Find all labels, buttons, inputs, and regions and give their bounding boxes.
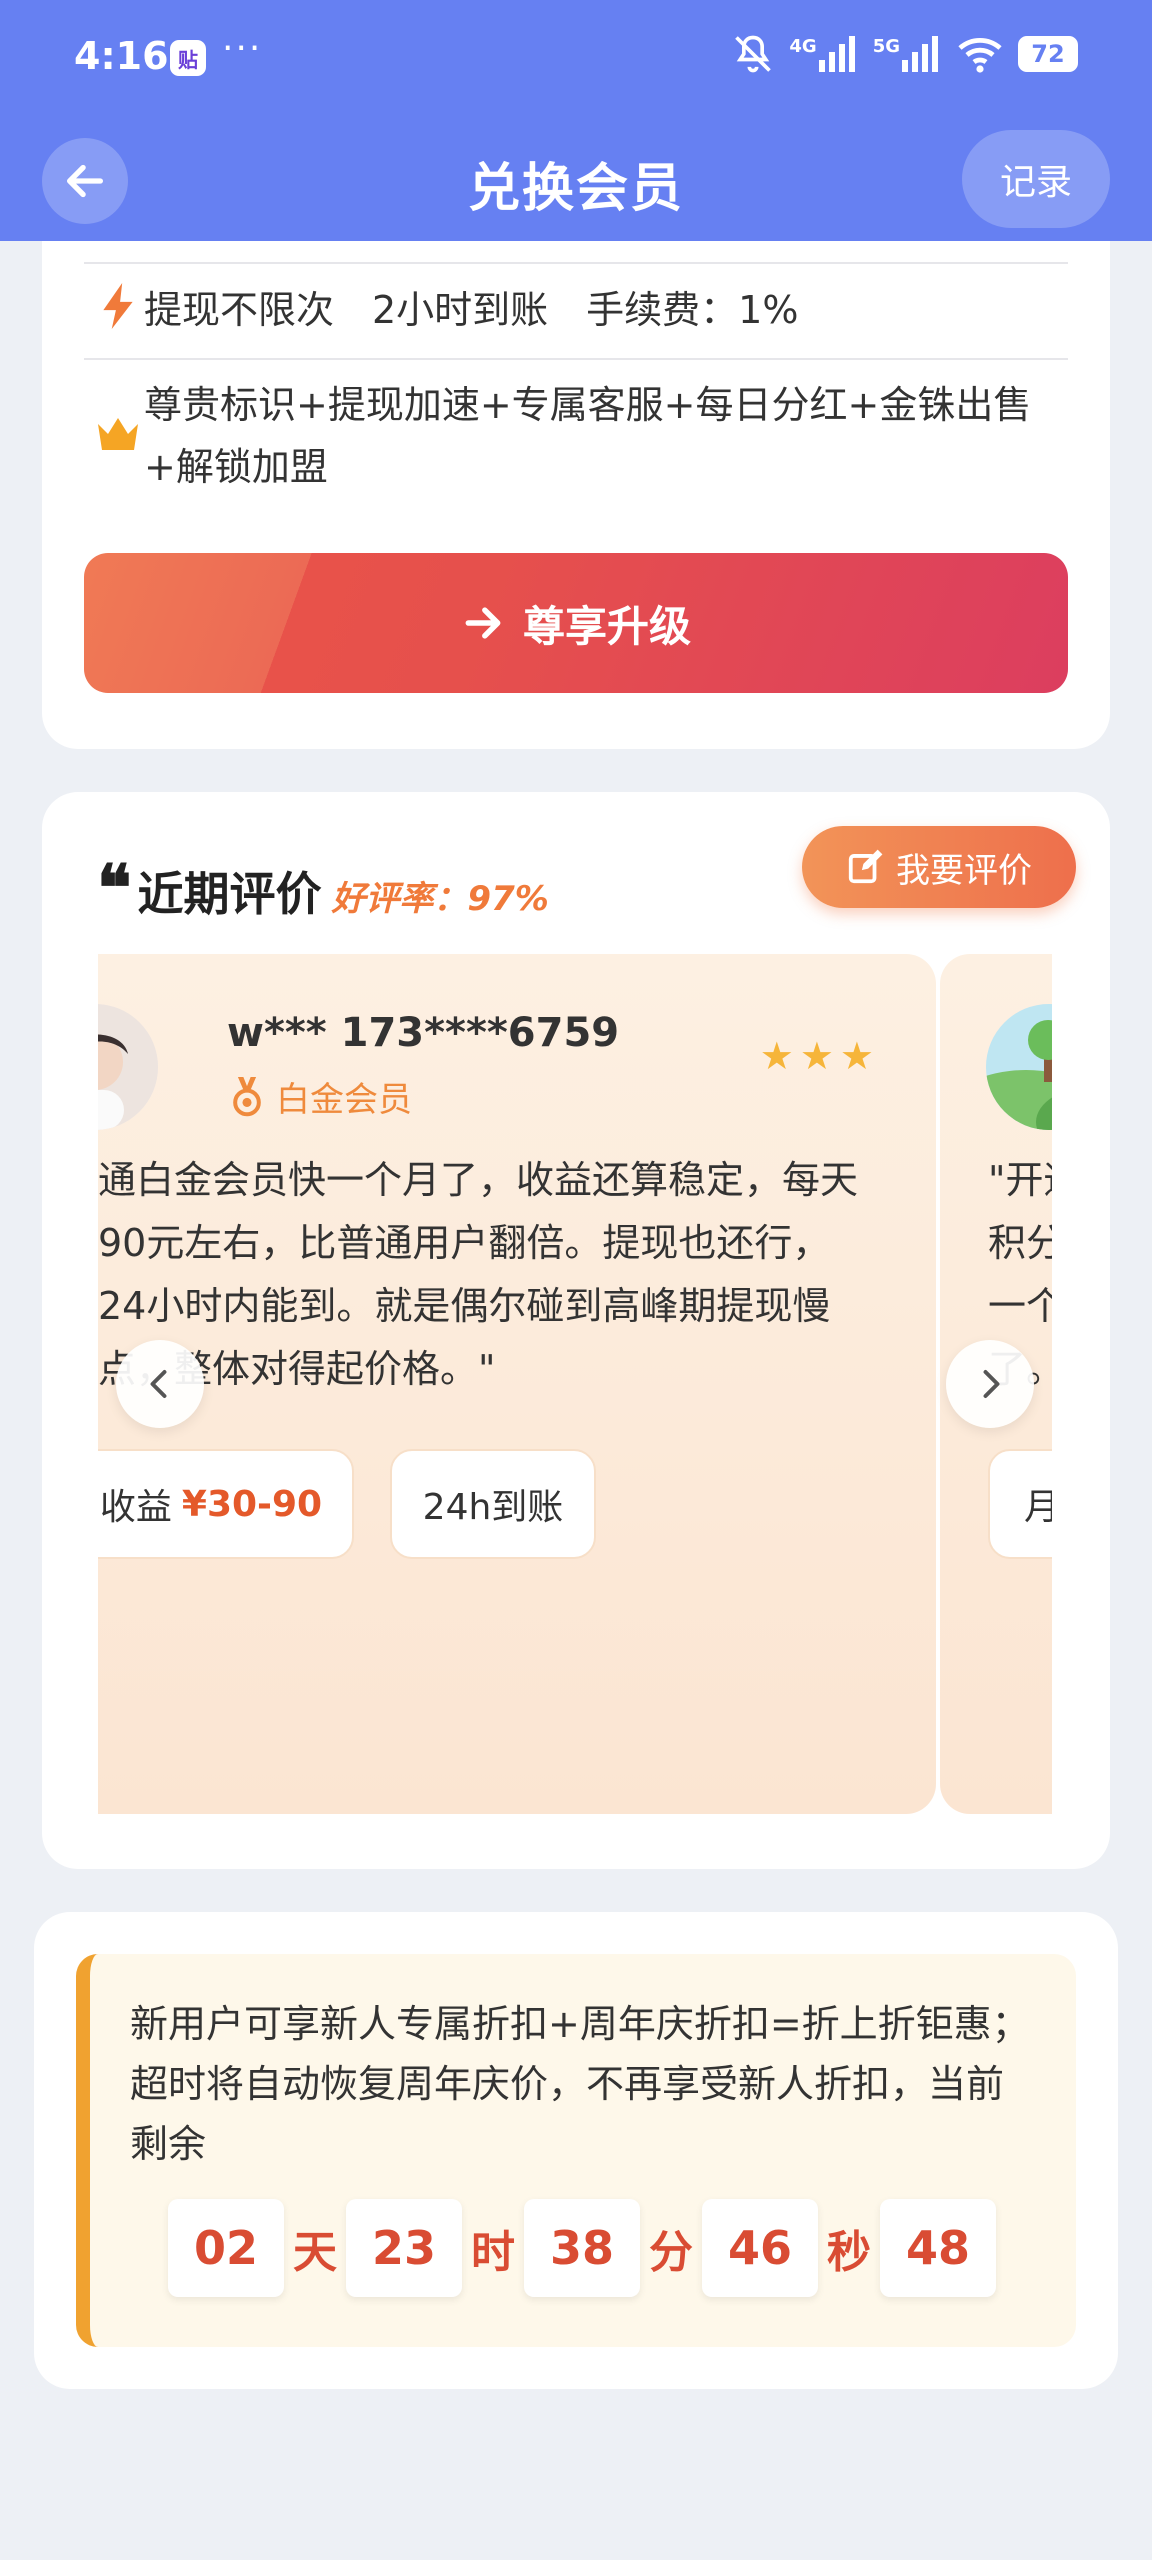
feature-text-privileges: 尊贵标识+提现加速+专属客服+每日分红+金铢出售+解锁加盟 [144,383,1032,489]
countdown-days-unit: 天 [293,2227,337,2278]
quote-icon: ❝ [97,851,132,926]
review-card: w*** 173****6759 白金会员 ★★★ 通白金会员快一个月了，收益还… [98,954,936,1814]
record-button[interactable]: 记录 [962,130,1110,228]
reviews-header: ❝ 近期评价 好评率：97% [97,857,549,924]
review-text-line: 点，整体对得起价格。" [98,1347,496,1391]
discount-notice: 新用户可享新人专属折扣+周年庆折扣=折上折钜惠；超时将自动恢复周年庆价，不再享受… [76,1954,1076,2347]
notification-app-icon: 贴 [170,40,206,76]
more-notifications-icon: ··· [222,28,263,69]
signal-5g-icon: 5G [873,36,942,72]
rating-stars: ★★★ [759,1034,880,1078]
battery-indicator: 72 [1018,36,1078,72]
reviews-card: ❝ 近期评价 好评率：97% 我要评价 w*** 173****6759 白金会… [42,792,1110,1869]
crown-icon [92,374,144,452]
top-header: 4:16 贴 ··· 4G 5G 72 兑换会员 记录 [0,0,1152,241]
notice-text: 新用户可享新人专属折扣+周年庆折扣=折上折钜惠；超时将自动恢复周年庆价，不再享受… [130,2002,1030,2166]
countdown-minutes-unit: 分 [649,2227,693,2278]
good-rate: 好评率：97% [331,879,549,919]
reviews-title: 近期评价 [137,867,322,921]
countdown-seconds-unit: 秒 [827,2227,871,2278]
member-badge-label: 白金会员 [276,1080,412,1120]
silent-bell-icon [735,35,772,73]
status-indicators: 4G 5G 72 [731,32,1078,76]
feature-row-privileges: 尊贵标识+提现加速+专属客服+每日分红+金铢出售+解锁加盟 [92,374,1068,498]
reviewer-avatar [986,1004,1052,1130]
reviewer-avatar [98,1004,158,1130]
member-badge: 白金会员 [228,1072,412,1121]
review-carousel[interactable]: w*** 173****6759 白金会员 ★★★ 通白金会员快一个月了，收益还… [98,954,1052,1814]
tag-income-label: 收益 [99,1487,172,1528]
feature-text-withdraw: 提现不限次 2小时到账 手续费：1% [144,288,799,332]
countdown-seconds: 46 [702,2199,818,2297]
review-text: 通白金会员快一个月了，收益还算稳定，每天 90元左右，比普通用户翻倍。提现也还行… [98,1149,908,1401]
countdown-card: 新用户可享新人专属折扣+周年庆折扣=折上折钜惠；超时将自动恢复周年庆价，不再享受… [34,1912,1118,2389]
nav-bar: 兑换会员 记录 [0,130,1152,230]
membership-card: 提现不限次 2小时到账 手续费：1% 尊贵标识+提现加速+专属客服+每日分红+金… [42,180,1110,749]
countdown-timer: 02 天 23 时 38 分 46 秒 48 [168,2199,996,2297]
write-review-label: 我要评价 [896,850,1032,891]
review-tag-arrival: 24h到账 [390,1449,596,1559]
upgrade-button-label: 尊享升级 [522,601,691,651]
status-time: 4:16 [74,34,169,78]
chevron-right-icon [983,1370,1000,1398]
network-type-5g: 5G [872,36,900,57]
wifi-icon [958,37,1002,73]
review-text-line: "开通 [988,1158,1052,1202]
carousel-prev-button[interactable] [116,1340,204,1428]
edit-icon [848,849,883,884]
upgrade-button[interactable]: 尊享升级 [84,553,1068,693]
reviewer-name: w*** 173****6759 [227,1010,620,1056]
review-text-line: 一个 [988,1284,1052,1328]
feature-row-withdraw: 提现不限次 2小时到账 手续费：1% [92,279,1068,341]
medal-icon [233,1076,261,1116]
review-tag-income: 收益 ¥30-90 [98,1449,354,1559]
status-bar: 4:16 贴 ··· 4G 5G 72 [0,0,1152,110]
review-text-line: 积分 [988,1221,1052,1265]
lightning-icon [92,279,144,329]
divider [84,262,1068,264]
arrow-right-icon [465,607,501,639]
countdown-ms: 48 [880,2199,996,2297]
review-text-line: 24小时内能到。就是偶尔碰到高峰期提现慢 [98,1284,831,1328]
countdown-minutes: 38 [524,2199,640,2297]
carousel-next-button[interactable] [946,1340,1034,1428]
write-review-button[interactable]: 我要评价 [802,826,1076,908]
countdown-days: 02 [168,2199,284,2297]
review-text-line: 90元左右，比普通用户翻倍。提现也还行， [98,1221,831,1265]
countdown-hours-unit: 时 [471,2227,515,2278]
network-type-4g: 4G [789,36,817,57]
review-tag: 月 [988,1449,1052,1559]
countdown-hours: 23 [346,2199,462,2297]
chevron-left-icon [150,1370,167,1398]
divider [84,358,1068,360]
signal-4g-icon: 4G [789,36,858,72]
tag-income-value: ¥30-90 [181,1483,323,1525]
review-text-line: 通白金会员快一个月了，收益还算稳定，每天 [98,1158,859,1202]
